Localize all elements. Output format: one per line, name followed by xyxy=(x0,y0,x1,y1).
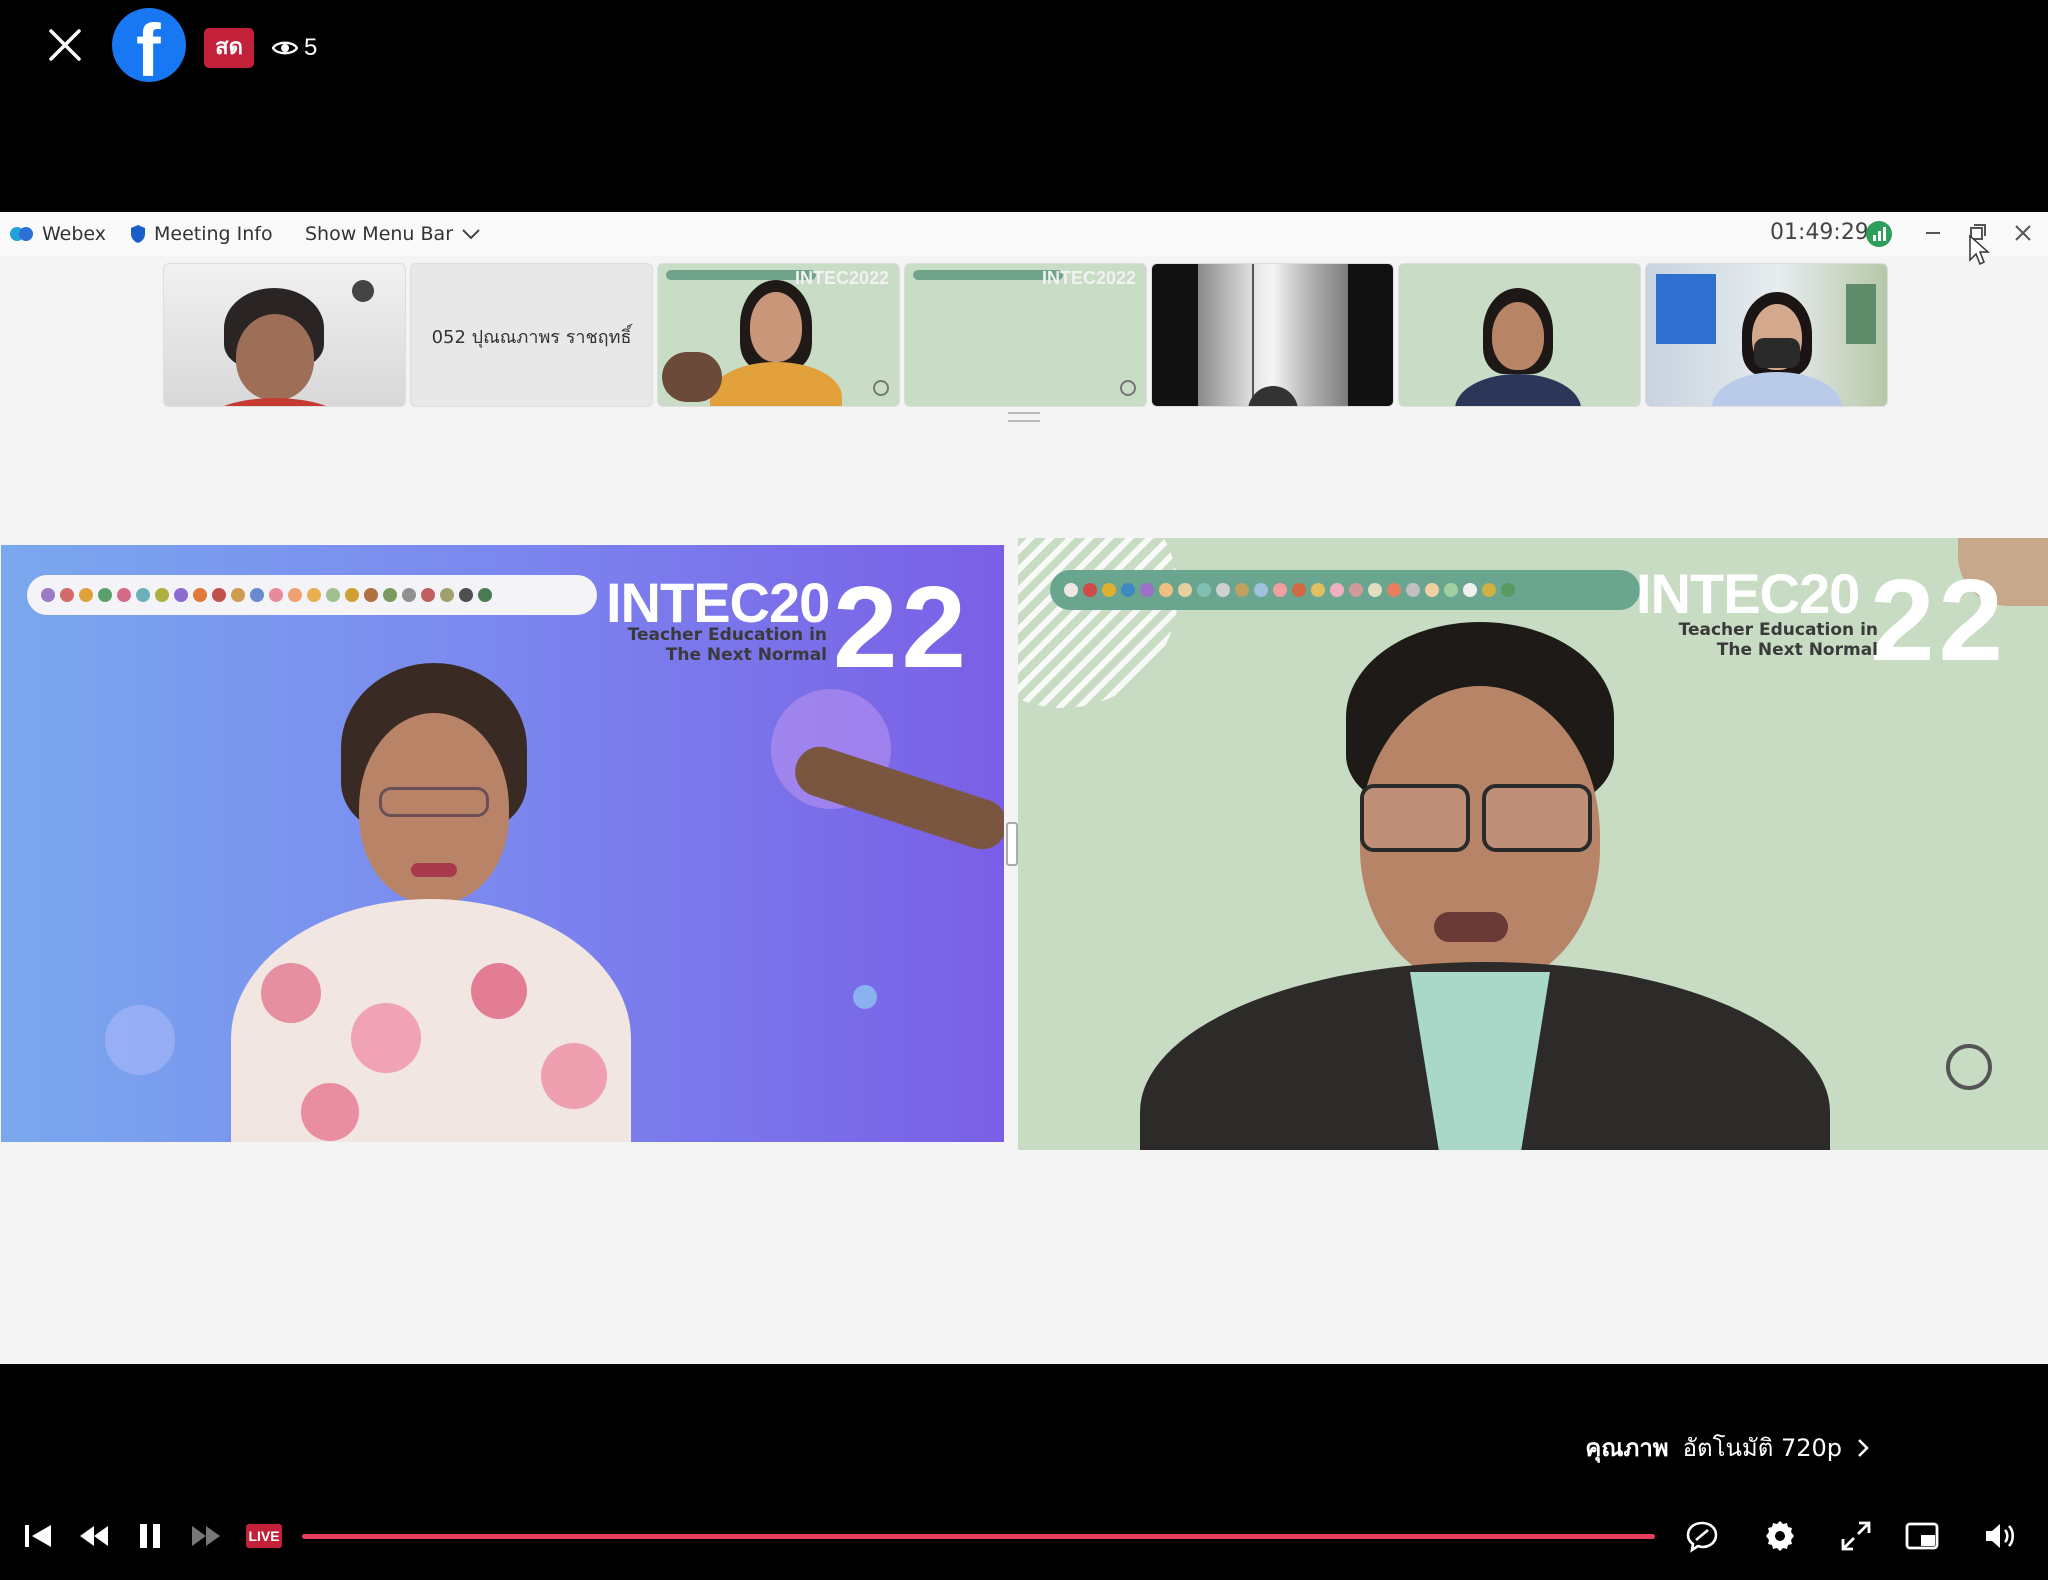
participant-thumbnail[interactable]: INTEC2022 xyxy=(657,263,900,407)
sponsor-logo-banner xyxy=(1050,570,1640,610)
fast-forward-icon[interactable] xyxy=(188,1518,224,1554)
eye-icon xyxy=(272,41,298,55)
minimize-icon[interactable] xyxy=(1918,218,1948,248)
progress-bar[interactable] xyxy=(302,1534,1655,1539)
video-player-controls: คุณภาพ อัตโนมัติ 720p LIVE xyxy=(0,1364,2048,1580)
viewer-count: 5 xyxy=(272,32,317,64)
chevron-down-icon xyxy=(462,229,480,240)
chat-bubble-icon[interactable] xyxy=(1684,1518,1720,1554)
participant-thumbnail[interactable] xyxy=(1645,263,1888,407)
meeting-info-label: Meeting Info xyxy=(154,223,273,245)
fullscreen-icon[interactable] xyxy=(1838,1518,1874,1554)
conference-subtitle: Teacher Education in The Next Normal xyxy=(1678,620,1878,660)
live-video-header: f สด 5 xyxy=(0,0,2048,212)
pause-icon[interactable] xyxy=(132,1518,168,1554)
show-menu-bar-label: Show Menu Bar xyxy=(305,223,454,245)
participant-thumbnail[interactable]: INTEC2022 xyxy=(904,263,1147,407)
meeting-timer: 01:49:29 xyxy=(1770,220,1869,245)
intec-logo-text: INTEC20 xyxy=(1636,562,1860,625)
mouse-cursor-icon xyxy=(1969,234,1990,266)
rewind-icon[interactable] xyxy=(76,1518,112,1554)
participant-name: 052 ปุณณภาพร ราชฤทธิ์ xyxy=(431,327,632,348)
intec-logo-text: INTEC20 xyxy=(606,571,830,634)
participant-thumbnail[interactable] xyxy=(1398,263,1641,407)
quality-setting[interactable]: คุณภาพ อัตโนมัติ 720p xyxy=(1585,1428,1870,1467)
tile-resize-handle[interactable] xyxy=(1006,822,1018,866)
active-speaker-video-left[interactable]: INTEC20 22 Teacher Education in The Next… xyxy=(1,545,1004,1142)
webex-logo-icon xyxy=(10,225,34,243)
participant-thumbnail[interactable] xyxy=(1151,263,1394,407)
quality-label: คุณภาพ xyxy=(1585,1434,1669,1462)
meeting-info-button[interactable]: Meeting Info xyxy=(130,212,273,256)
mini-intec-logo: INTEC2022 xyxy=(1041,268,1136,288)
intec-year-text: 22 xyxy=(833,562,971,692)
show-menu-bar-button[interactable]: Show Menu Bar xyxy=(305,212,481,256)
quality-value: อัตโนมัติ 720p xyxy=(1682,1434,1842,1462)
volume-icon[interactable] xyxy=(1982,1518,2018,1554)
viewer-count-value: 5 xyxy=(304,34,318,61)
live-indicator[interactable]: LIVE xyxy=(246,1524,282,1548)
gear-icon[interactable] xyxy=(1762,1518,1798,1554)
webex-meeting-stream: Webex Meeting Info Show Menu Bar 01:49:2… xyxy=(0,212,2048,1364)
webex-app-menu[interactable]: Webex xyxy=(10,212,106,256)
webex-top-bar: Webex Meeting Info Show Menu Bar 01:49:2… xyxy=(0,212,2048,256)
intec-year-text: 22 xyxy=(1870,555,2008,685)
record-indicator-icon xyxy=(1946,1044,1992,1090)
network-signal-icon xyxy=(1866,221,1892,247)
picture-in-picture-icon[interactable] xyxy=(1904,1518,1940,1554)
close-icon[interactable] xyxy=(44,24,86,66)
mini-intec-logo: INTEC2022 xyxy=(794,268,889,288)
live-badge: สด xyxy=(204,28,254,68)
participant-thumbnail[interactable]: 052 ปุณณภาพร ราชฤทธิ์ xyxy=(410,263,653,407)
conference-subtitle: Teacher Education in The Next Normal xyxy=(627,625,827,665)
progress-fill xyxy=(302,1534,1655,1539)
facebook-logo-icon[interactable]: f xyxy=(112,8,186,82)
chevron-right-icon xyxy=(1858,1438,1869,1457)
skip-to-start-icon[interactable] xyxy=(20,1518,56,1554)
sponsor-logo-banner xyxy=(27,575,597,615)
webex-app-name: Webex xyxy=(42,223,107,245)
active-speaker-video-right[interactable]: INTEC20 22 Teacher Education in The Next… xyxy=(1018,538,2048,1150)
close-window-icon[interactable] xyxy=(2008,218,2038,248)
filmstrip-resize-handle[interactable] xyxy=(1008,412,1040,422)
participant-thumbnail[interactable] xyxy=(163,263,406,407)
shield-icon xyxy=(131,225,145,243)
